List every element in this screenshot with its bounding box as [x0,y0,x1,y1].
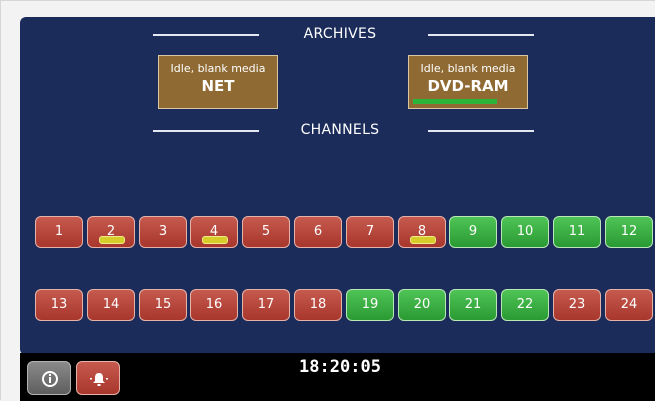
channel-button-12[interactable]: 12 [605,216,653,248]
channel-button-3[interactable]: 3 [139,216,187,248]
channel-button-7[interactable]: 7 [346,216,394,248]
channel-number: 3 [158,224,168,239]
channel-button-19[interactable]: 19 [346,289,394,321]
channel-number: 9 [468,224,478,239]
channel-button-15[interactable]: 15 [139,289,187,321]
archive-progress-bar [413,99,497,104]
channel-button-2[interactable]: 2 [87,216,135,248]
channel-button-5[interactable]: 5 [242,216,290,248]
channel-number: 17 [257,297,275,312]
channel-number: 23 [568,297,586,312]
recording-indicator [99,236,125,244]
channel-number: 12 [620,224,638,239]
divider [428,34,534,36]
channel-button-6[interactable]: 6 [294,216,342,248]
channel-button-24[interactable]: 24 [605,289,653,321]
channel-number: 20 [413,297,431,312]
divider [428,130,534,132]
archives-title: ARCHIVES [303,26,377,42]
channel-number: 19 [361,297,379,312]
channel-button-11[interactable]: 11 [553,216,601,248]
channel-number: 16 [205,297,223,312]
channel-button-9[interactable]: 9 [449,216,497,248]
archives-header: ARCHIVES [20,26,655,46]
main-panel: ARCHIVES Idle, blank media NET Idle, bla… [20,17,655,355]
archive-status: Idle, blank media [170,62,266,75]
recording-indicator [202,236,228,244]
channel-button-16[interactable]: 16 [190,289,238,321]
window-frame: ARCHIVES Idle, blank media NET Idle, bla… [0,0,655,401]
channel-number: 5 [261,224,271,239]
archive-name: DVD-RAM [427,77,509,95]
channel-number: 6 [313,224,323,239]
archive-status: Idle, blank media [420,62,516,75]
channel-number: 1 [54,224,64,239]
channel-button-14[interactable]: 14 [87,289,135,321]
channel-number: 22 [516,297,534,312]
channel-button-4[interactable]: 4 [190,216,238,248]
archive-net[interactable]: Idle, blank media NET [158,55,278,109]
channel-number: 11 [568,224,586,239]
channels-header: CHANNELS [20,122,655,142]
channel-button-23[interactable]: 23 [553,289,601,321]
channel-button-13[interactable]: 13 [35,289,83,321]
channel-button-22[interactable]: 22 [501,289,549,321]
clock: 18:20:05 [299,357,381,377]
channel-button-20[interactable]: 20 [398,289,446,321]
channel-number: 10 [516,224,534,239]
channel-number: 13 [50,297,68,312]
channel-number: 15 [154,297,172,312]
channel-number: 21 [464,297,482,312]
archive-name: NET [201,77,235,95]
channel-button-8[interactable]: 8 [398,216,446,248]
channel-button-17[interactable]: 17 [242,289,290,321]
status-bar: 18:20:05 [20,353,655,401]
archive-dvd-ram[interactable]: Idle, blank media DVD-RAM [408,55,528,109]
channel-button-18[interactable]: 18 [294,289,342,321]
channel-number: 18 [309,297,327,312]
channel-number: 24 [620,297,638,312]
channel-button-1[interactable]: 1 [35,216,83,248]
channel-button-21[interactable]: 21 [449,289,497,321]
channel-number: 14 [102,297,120,312]
channel-button-10[interactable]: 10 [501,216,549,248]
channel-number: 7 [365,224,375,239]
recording-indicator [410,236,436,244]
channels-title: CHANNELS [300,122,380,138]
